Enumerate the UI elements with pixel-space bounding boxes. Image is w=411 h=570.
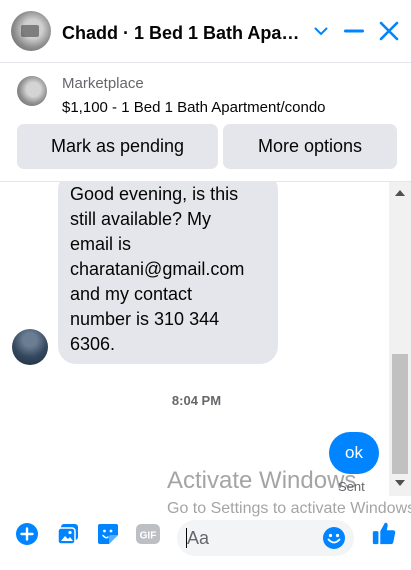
emoji-icon[interactable] (321, 525, 347, 551)
scroll-up-arrow-icon[interactable] (395, 190, 405, 196)
header-divider (0, 62, 411, 63)
listing-title[interactable]: $1,100 - 1 Bed 1 Bath Apartment/condo (62, 99, 326, 116)
message-timestamp: 8:04 PM (171, 393, 222, 408)
message-input[interactable] (187, 520, 317, 556)
listing-thumbnail (17, 76, 47, 106)
marketplace-label: Marketplace (62, 75, 144, 92)
mark-as-pending-button[interactable]: Mark as pending (17, 124, 218, 169)
more-options-button[interactable]: More options (223, 124, 397, 169)
sender-avatar[interactable] (12, 329, 48, 365)
chat-header: Chadd · 1 Bed 1 Bath Apartment/condo (0, 0, 411, 62)
message-thread[interactable]: Good evening, is this still available? M… (0, 182, 389, 496)
like-icon[interactable] (371, 520, 397, 546)
svg-text:GIF: GIF (140, 531, 157, 542)
activation-watermark-title: Activate Windows (167, 467, 357, 494)
plus-icon[interactable] (14, 521, 40, 547)
message-line: email is (70, 234, 132, 254)
message-line: charatani@gmail.com (70, 259, 245, 279)
incoming-message-bubble: Good evening, is this still available? M… (58, 182, 278, 364)
scrollbar-thumb[interactable] (392, 354, 408, 474)
close-icon[interactable] (375, 17, 403, 45)
minimize-icon[interactable] (340, 17, 368, 45)
scroll-down-arrow-icon[interactable] (395, 480, 405, 486)
chevron-down-icon[interactable] (307, 17, 335, 45)
photo-icon[interactable] (55, 521, 81, 547)
chat-title[interactable]: Chadd · 1 Bed 1 Bath Apartment/condo (62, 22, 304, 44)
message-line: still available? My (70, 209, 212, 229)
message-line: Good evening, is this (70, 184, 239, 204)
composer-bar: GIF (0, 506, 411, 570)
sticker-icon[interactable] (95, 521, 121, 547)
message-line: 6306. (70, 334, 116, 354)
message-line: and my contact (70, 284, 193, 304)
message-input-wrapper (177, 520, 354, 556)
contact-avatar[interactable] (11, 11, 51, 51)
message-line: number is 310 344 (70, 309, 220, 329)
gif-icon[interactable]: GIF (135, 521, 161, 547)
scrollbar[interactable] (389, 182, 411, 496)
